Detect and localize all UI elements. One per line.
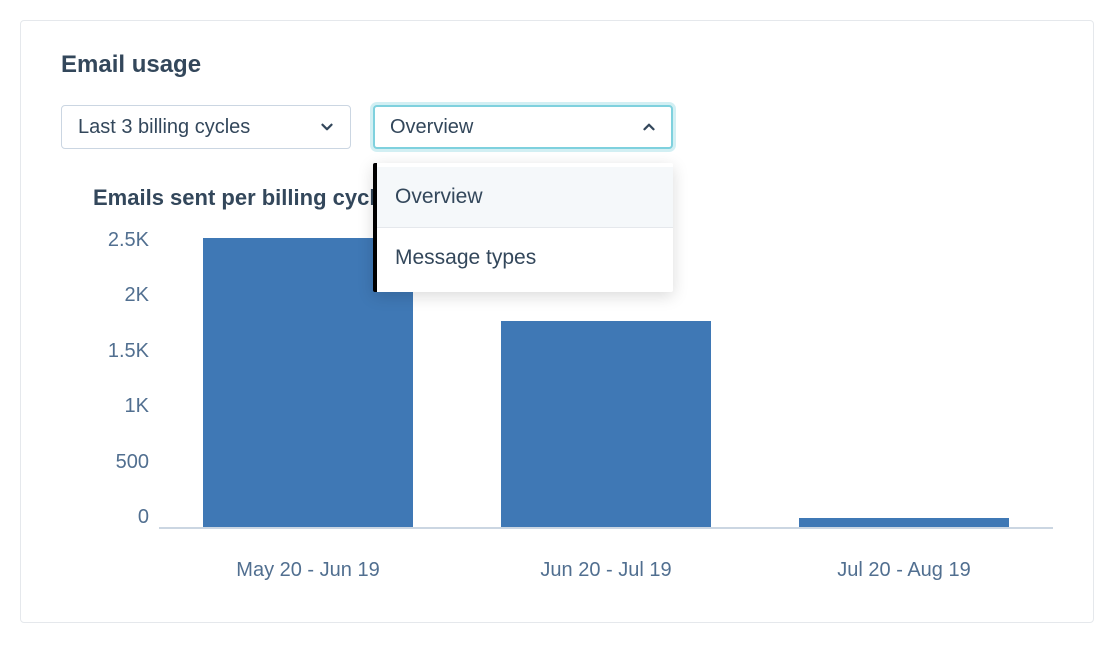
chevron-up-icon bbox=[640, 118, 658, 136]
x-tick-label: Jul 20 - Aug 19 bbox=[799, 559, 1009, 582]
view-option-message-types[interactable]: Message types bbox=[377, 228, 673, 288]
view-select-wrap: Overview Overview Message types bbox=[373, 105, 673, 149]
x-tick-label: May 20 - Jun 19 bbox=[203, 559, 413, 582]
view-select[interactable]: Overview bbox=[373, 105, 673, 149]
period-select-label: Last 3 billing cycles bbox=[78, 116, 250, 139]
view-dropdown: Overview Message types bbox=[373, 163, 673, 292]
y-tick-label: 500 bbox=[116, 451, 149, 474]
y-tick-label: 1K bbox=[125, 395, 149, 418]
email-usage-card: Email usage Last 3 billing cycles Overvi… bbox=[20, 20, 1094, 623]
card-title: Email usage bbox=[61, 51, 1053, 79]
filter-controls: Last 3 billing cycles Overview Overview … bbox=[61, 105, 1053, 149]
y-tick-label: 1.5K bbox=[108, 340, 149, 363]
bar bbox=[799, 518, 1009, 527]
bar bbox=[501, 321, 711, 527]
period-select[interactable]: Last 3 billing cycles bbox=[61, 105, 351, 149]
y-axis: 2.5K 2K 1.5K 1K 500 0 bbox=[93, 229, 149, 529]
y-tick-label: 2.5K bbox=[108, 229, 149, 252]
view-select-label: Overview bbox=[390, 116, 473, 139]
y-tick-label: 2K bbox=[125, 284, 149, 307]
view-option-overview[interactable]: Overview bbox=[377, 167, 673, 227]
y-tick-label: 0 bbox=[138, 506, 149, 529]
x-axis: May 20 - Jun 19 Jun 20 - Jul 19 Jul 20 - A… bbox=[159, 559, 1053, 582]
chevron-down-icon bbox=[318, 118, 336, 136]
x-tick-label: Jun 20 - Jul 19 bbox=[501, 559, 711, 582]
